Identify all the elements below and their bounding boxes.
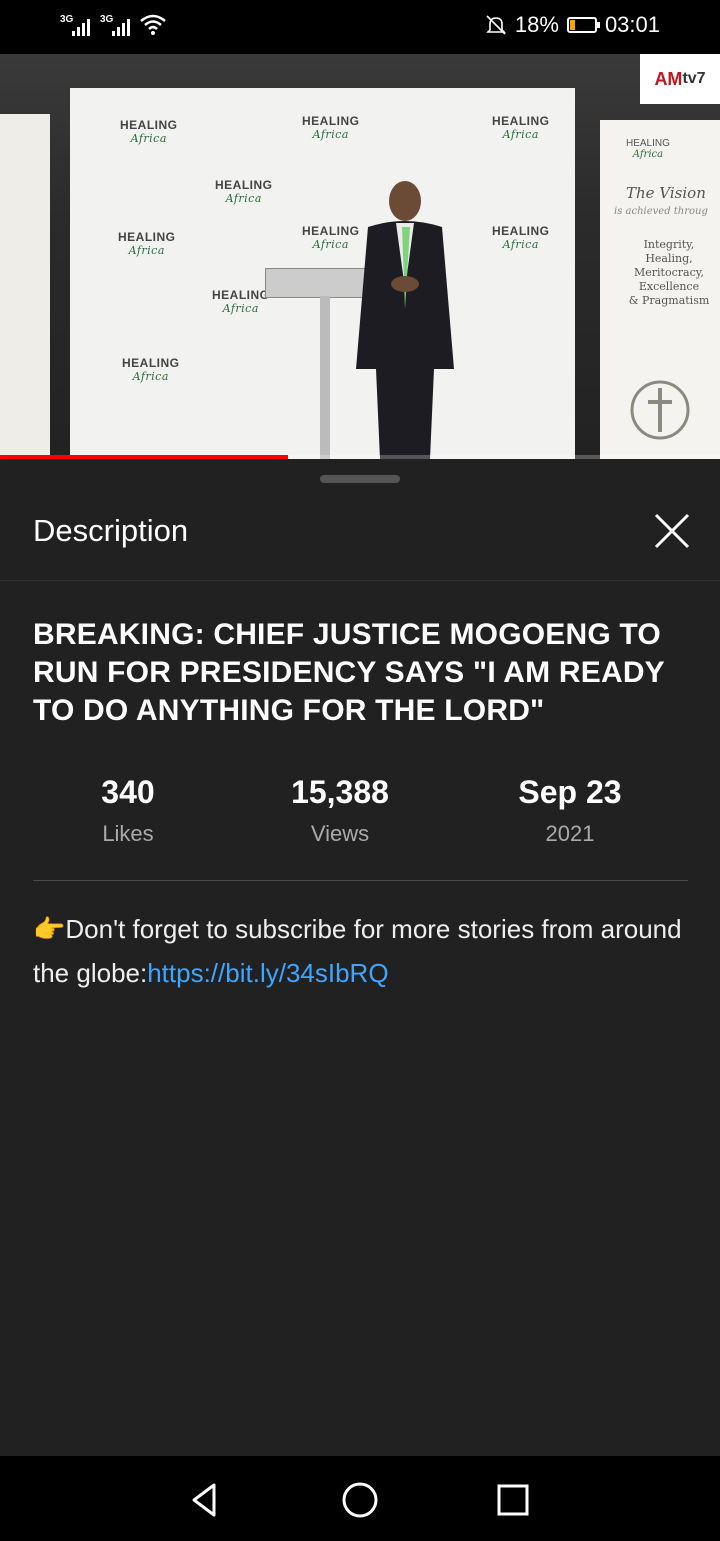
drag-handle[interactable] [320, 475, 400, 483]
views-count: 15,388 [291, 774, 389, 810]
views-stat: 15,388 Views [240, 774, 440, 847]
clock: 03:01 [604, 12, 660, 37]
status-right: 18% 03:01 [485, 12, 660, 38]
side-banner-logo: HEALING Africa [626, 138, 670, 160]
description-sheet: Description BREAKING: CHIEF JUSTICE MOGO… [0, 459, 720, 1456]
backdrop-logo: HEALING Africa [492, 224, 550, 251]
back-icon[interactable] [184, 1478, 228, 1522]
likes-label: Likes [102, 821, 154, 846]
mute-bell-icon [485, 15, 506, 35]
recents-icon[interactable] [491, 1478, 535, 1522]
battery-percentage: 18% [514, 12, 559, 37]
description-text: 👉Don't forget to subscribe for more stor… [33, 907, 693, 995]
backdrop-logo: HEALING Africa [122, 356, 180, 383]
signal-strength-icon-2 [112, 18, 130, 36]
backdrop-logo: HEALING Africa [212, 288, 270, 315]
likes-count: 340 [101, 774, 155, 810]
wifi-icon [140, 14, 166, 35]
views-label: Views [310, 821, 370, 846]
side-banner-sub: is achieved throug [614, 206, 708, 217]
side-banner: HEALING Africa The Vision is achieved thr… [600, 120, 720, 459]
status-bar: 3G 3G 18% 03:01 [0, 0, 720, 54]
backdrop-logo: HEALING Africa [120, 118, 178, 145]
upload-year: 2021 [545, 821, 595, 846]
speaker-figure [356, 181, 454, 459]
divider [33, 880, 688, 881]
side-banner-value: Healing, [645, 252, 693, 265]
side-banner-value: & Pragmatism [628, 294, 710, 307]
home-icon[interactable] [338, 1478, 382, 1522]
side-banner-value: Integrity, [643, 238, 695, 251]
side-banner-values: Integrity, Healing, Meritocracy, Excellence… [600, 238, 720, 308]
side-banner-value: Excellence [638, 280, 700, 293]
side-banner-heading: The Vision [626, 184, 706, 202]
sheet-header: Description [0, 499, 720, 581]
date-stat: Sep 23 2021 [470, 774, 670, 847]
side-banner-value: Meritocracy, [634, 266, 704, 279]
video-player[interactable]: HEALING Africa HEALING Africa HEALING Afric… [0, 54, 720, 459]
battery-icon [566, 17, 600, 33]
left-banner [0, 114, 50, 459]
backdrop-logo: HEALING Africa [302, 114, 360, 141]
battery-fill [569, 20, 575, 30]
close-icon[interactable] [648, 507, 696, 555]
video-stats: 340 Likes 15,388 Views Sep 23 2021 [0, 774, 720, 854]
upload-date: Sep 23 [518, 774, 622, 810]
signal-strength-icon [72, 18, 90, 36]
backdrop-logo: HEALING Africa [118, 230, 176, 257]
backdrop-logo: HEALING Africa [215, 178, 273, 205]
cross-emblem-icon [630, 380, 690, 440]
podium-stand [320, 296, 330, 459]
sheet-title: Description [33, 513, 189, 548]
navigation-bar [0, 1456, 720, 1541]
channel-logo: AM tv7 [640, 54, 720, 104]
backdrop-logo: HEALING Africa [492, 114, 550, 141]
video-title: BREAKING: CHIEF JUSTICE MOGOENG TO RUN F… [33, 618, 665, 727]
subscribe-link[interactable]: https://bit.ly/34sIbRQ [147, 958, 388, 988]
likes-stat: 340 Likes [28, 774, 228, 847]
